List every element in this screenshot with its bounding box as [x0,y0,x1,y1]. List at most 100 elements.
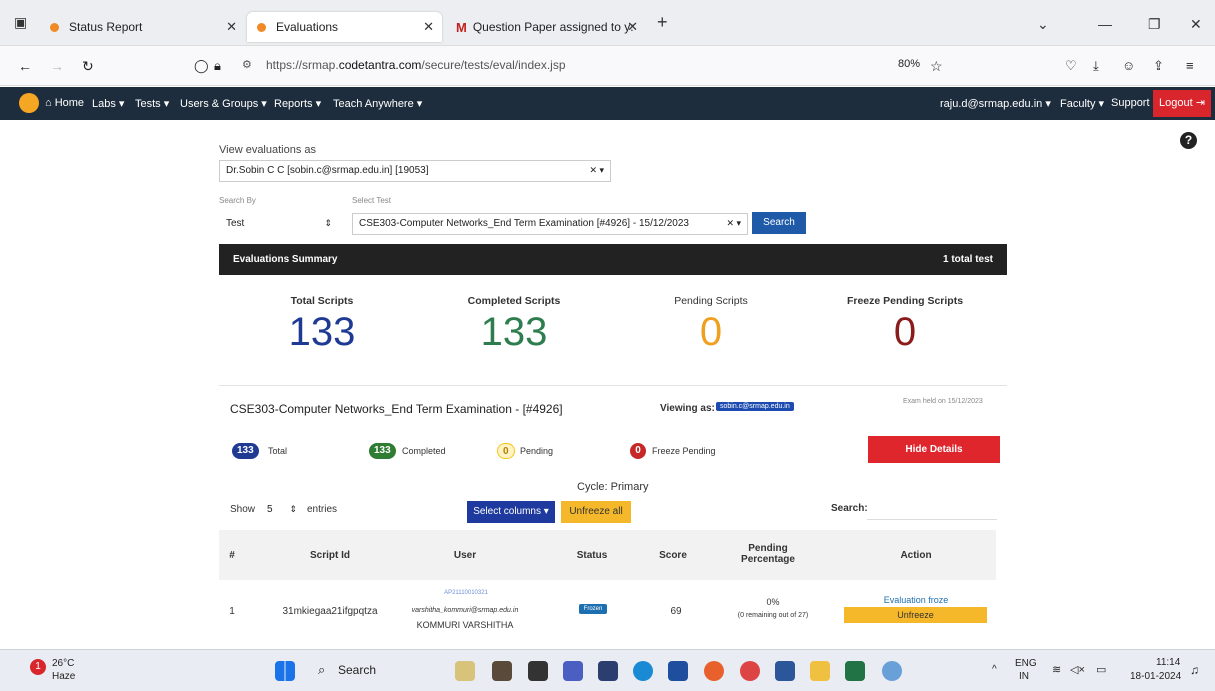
weather-desc: Haze [52,671,76,682]
nav-user-email[interactable]: raju.d@srmap.edu.in ▾ [940,97,1051,110]
col-pending-percentage[interactable]: Pending Percentage [738,543,798,565]
weather-icon[interactable]: 1 [30,659,46,675]
download-icon[interactable]: ⤓ [1093,58,1099,74]
permissions-icon[interactable]: ⚙ [242,58,252,71]
unfreeze-button[interactable]: Unfreeze [844,607,987,623]
close-tab-icon[interactable]: ✕ [627,19,638,35]
wifi-icon[interactable]: ≋ [1052,663,1061,676]
nav-labs[interactable]: Labs ▾ [92,97,124,110]
word-icon[interactable] [775,661,795,681]
extensions-icon[interactable]: ⇪ [1153,58,1164,74]
tab-label: Question Paper assigned to y: [472,20,634,34]
lang-secondary[interactable]: IN [1019,671,1029,682]
excel-icon[interactable] [845,661,865,681]
badge-freeze-label: Freeze Pending [652,446,716,456]
evaluations-summary-bar: Evaluations Summary 1 total test [219,244,1007,275]
search-button[interactable]: Search [752,212,806,234]
battery-icon[interactable]: ▭ [1096,663,1106,676]
menu-icon[interactable]: ≡ [1186,58,1194,73]
app-icon-2[interactable] [882,661,902,681]
search-by-value: Test [226,218,245,229]
firefox-icon[interactable] [704,661,724,681]
row-user-name: KOMMURI VARSHITHA [416,620,514,630]
stat-pending-value: 0 [699,310,723,354]
close-tab-icon[interactable]: ✕ [423,19,434,35]
url-field[interactable]: https://srmap.codetantra.com/secure/test… [266,58,566,72]
task-view-icon[interactable] [528,661,548,681]
nav-tests[interactable]: Tests ▾ [135,97,169,110]
notification-icon[interactable]: ♫ [1190,663,1199,677]
view-as-label: View evaluations as [219,144,317,156]
lang-primary[interactable]: ENG [1015,658,1037,669]
tab-evaluations[interactable]: Evaluations ✕ [247,12,442,42]
pocket-icon[interactable]: ♡ [1065,58,1077,74]
hide-details-button[interactable]: Hide Details [868,436,1000,463]
tab-question-paper[interactable]: M Question Paper assigned to y: ✕ [446,12,646,42]
badge-pending-count: 0 [497,443,515,459]
table-search-input[interactable] [867,498,997,520]
cycle-label: Cycle: Primary [577,481,649,493]
widget-icon[interactable] [455,661,475,681]
taskbar-search-icon[interactable]: ⌕ [318,662,325,678]
unfreeze-all-button[interactable]: Unfreeze all [561,501,631,523]
tab-list-icon[interactable]: ▣ [14,14,27,31]
teams-icon[interactable] [563,661,583,681]
nav-support[interactable]: Support [1111,97,1150,109]
search-by-select[interactable]: Test ⇕ [219,213,339,235]
col-num[interactable]: # [222,550,242,561]
forward-icon[interactable]: → [50,58,64,74]
chrome-icon[interactable] [740,661,760,681]
nav-faculty[interactable]: Faculty ▾ [1060,97,1104,110]
new-tab-icon[interactable]: + [657,12,668,33]
file-explorer-icon[interactable] [810,661,830,681]
chevron-up-icon[interactable]: ^ [992,664,997,675]
restore-icon[interactable]: ❐ [1148,16,1161,33]
select-test-select[interactable]: CSE303-Computer Networks_End Term Examin… [352,213,748,235]
account-icon[interactable]: ☺ [1122,58,1135,73]
tab-status-report[interactable]: Status Report ✕ [40,12,245,42]
select-columns-button[interactable]: Select columns ▾ [467,501,555,523]
clock-time[interactable]: 11:14 [1156,657,1180,668]
col-score[interactable]: Score [648,550,698,561]
search-label: Search: [831,503,868,514]
app-icon[interactable] [492,661,512,681]
stat-completed-value: 133 [480,310,548,354]
close-window-icon[interactable]: ✕ [1190,16,1202,33]
edge-icon[interactable] [633,661,653,681]
card-title: CSE303-Computer Networks_End Term Examin… [230,402,563,416]
chevron-down-icon[interactable]: ⌄ [1037,16,1049,33]
nav-users-groups[interactable]: Users & Groups ▾ [180,97,267,110]
nav-teach-anywhere[interactable]: Teach Anywhere ▾ [333,97,422,110]
logout-button[interactable]: Logout ⇥ [1153,90,1211,117]
clock-date[interactable]: 18-01-2024 [1130,671,1181,682]
favicon-icon [50,22,59,32]
taskbar-search-label[interactable]: Search [338,663,376,677]
store-icon[interactable] [598,661,618,681]
stat-completed-label: Completed Scripts [467,295,561,307]
viewing-as-badge: sobin.c@srmap.edu.in [716,402,794,411]
nav-reports[interactable]: Reports ▾ [274,97,321,110]
entries-select[interactable]: 5 ⇕ [260,499,304,521]
col-status[interactable]: Status [562,550,622,561]
stat-pending-label: Pending Scripts [674,295,748,307]
nav-home[interactable]: ⌂ Home [45,97,84,109]
help-icon[interactable]: ? [1180,132,1197,149]
star-icon[interactable]: ☆ [930,58,943,75]
volume-icon[interactable]: ◁× [1070,663,1085,676]
chevron-down-icon: ✕ ▾ [589,165,604,175]
zoom-level[interactable]: 80% [898,58,920,70]
entries-value: 5 [267,504,273,515]
col-script-id[interactable]: Script Id [280,550,380,561]
tab-label: Status Report [69,20,143,34]
back-icon[interactable]: ← [18,58,32,74]
close-tab-icon[interactable]: ✕ [226,19,237,35]
col-user[interactable]: User [415,550,515,561]
mail-icon[interactable] [668,661,688,681]
shield-icon[interactable]: ◯ [194,58,209,74]
view-as-select[interactable]: Dr.Sobin C C [sobin.c@srmap.edu.in] [190… [219,160,611,182]
windows-start-icon[interactable] [275,661,295,681]
minimize-icon[interactable]: — [1098,16,1112,32]
search-by-label: Search By [219,196,256,205]
reload-icon[interactable]: ↻ [82,58,94,75]
updown-icon: ⇕ [289,504,297,514]
